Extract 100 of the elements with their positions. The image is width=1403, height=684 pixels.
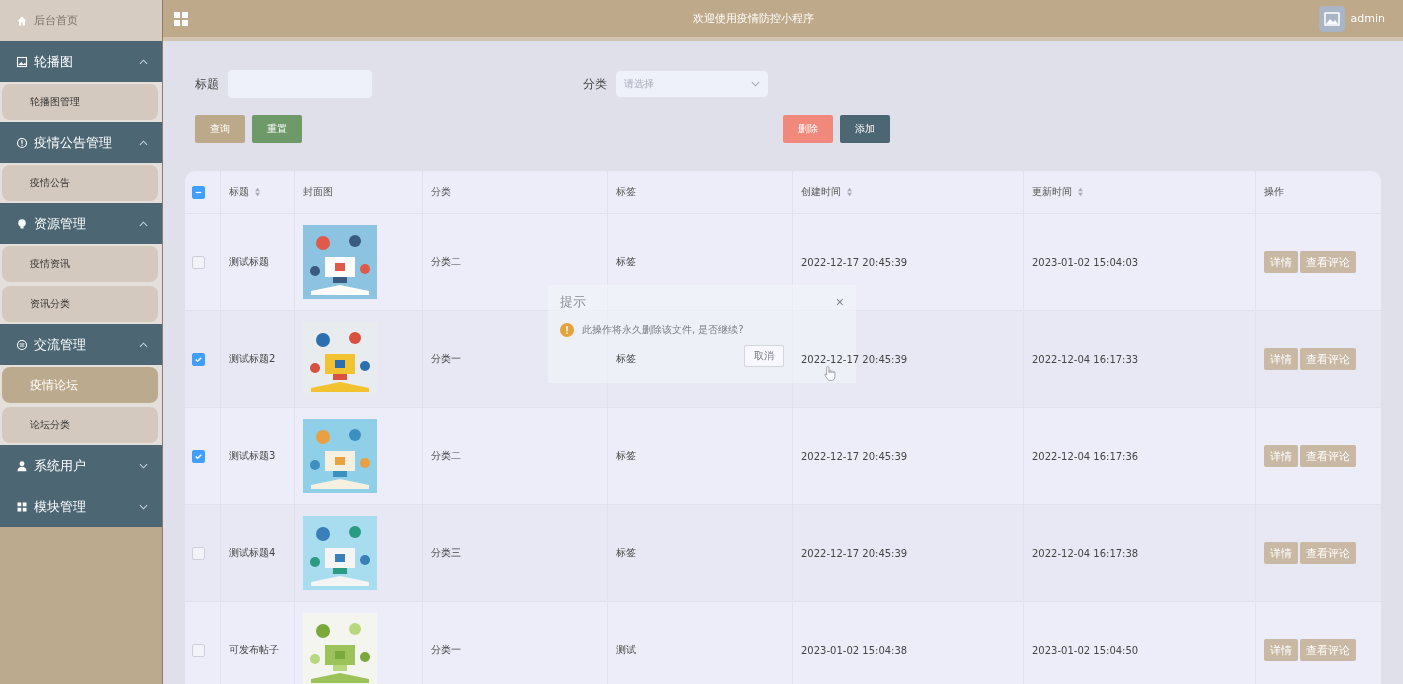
- user-icon: [16, 459, 28, 472]
- sort-icon[interactable]: [254, 187, 261, 197]
- sort-icon[interactable]: [1077, 187, 1084, 197]
- category-select[interactable]: 请选择: [615, 70, 769, 98]
- column-header[interactable]: 更新时间: [1032, 185, 1084, 199]
- table-cell: 分类一: [431, 352, 461, 366]
- chat-icon: [16, 338, 28, 351]
- chevron-icon: [139, 341, 148, 348]
- detail-button[interactable]: 详情: [1264, 639, 1298, 661]
- row-checkbox[interactable]: [192, 643, 205, 657]
- row-checkbox[interactable]: [192, 352, 205, 366]
- menu-item[interactable]: 疫情资讯: [2, 246, 158, 282]
- table-cell: 2023-01-02 15:04:03: [1032, 256, 1139, 268]
- detail-button[interactable]: 详情: [1264, 251, 1298, 273]
- comments-button[interactable]: 查看评论: [1300, 445, 1356, 467]
- user-name: admin: [1350, 12, 1385, 25]
- field-label: 标题: [195, 75, 219, 93]
- table-cell: 2022-12-17 20:45:39: [801, 256, 908, 268]
- select-all-checkbox[interactable]: [192, 185, 205, 199]
- chevron-icon: [139, 139, 148, 146]
- delete-button[interactable]: 删除: [783, 115, 833, 143]
- warning-icon: [560, 323, 574, 337]
- menu-group[interactable]: 资源管理: [0, 203, 162, 244]
- comments-button[interactable]: 查看评论: [1300, 639, 1356, 661]
- menu-item[interactable]: 轮播图管理: [2, 84, 158, 120]
- row-checkbox[interactable]: [192, 255, 205, 269]
- menu-item[interactable]: 论坛分类: [2, 407, 158, 443]
- cancel-button[interactable]: 取消: [744, 345, 784, 367]
- chevron-icon: [139, 462, 148, 469]
- table-cell: 可发布帖子: [229, 643, 279, 657]
- caret-icon: [751, 81, 760, 87]
- table-cell: 2022-12-04 16:17:33: [1032, 353, 1139, 365]
- menu-group-label: 轮播图: [34, 52, 74, 71]
- column-header[interactable]: 创建时间: [801, 185, 853, 199]
- table-cell: 标签: [616, 546, 636, 560]
- table-cell: 测试标题2: [229, 352, 276, 366]
- field-label: 分类: [583, 75, 607, 93]
- column-header: 封面图: [303, 185, 333, 199]
- home-link[interactable]: 后台首页: [0, 0, 162, 41]
- detail-button[interactable]: 详情: [1264, 445, 1298, 467]
- search-button[interactable]: 查询: [195, 115, 245, 143]
- table-cell: 测试标题: [229, 255, 269, 269]
- grid-icon: [16, 500, 28, 513]
- table-cell: 标签: [616, 449, 636, 463]
- table-cell: 分类二: [431, 449, 461, 463]
- menu-group[interactable]: 疫情公告管理: [0, 122, 162, 163]
- reset-button[interactable]: 重置: [252, 115, 302, 143]
- detail-button[interactable]: 详情: [1264, 542, 1298, 564]
- table-cell: 分类二: [431, 255, 461, 269]
- app-title: 欢迎使用疫情防控小程序: [692, 11, 816, 26]
- bulb-icon: [16, 217, 28, 230]
- menu-group-label: 疫情公告管理: [34, 133, 113, 152]
- detail-button[interactable]: 详情: [1264, 348, 1298, 370]
- column-header: 分类: [431, 185, 451, 199]
- menu-group-label: 交流管理: [34, 335, 87, 354]
- image-icon: [16, 55, 28, 68]
- hand-cursor-icon: [824, 365, 837, 382]
- home-icon: [16, 14, 28, 27]
- table-cell: 2022-12-17 20:45:39: [801, 353, 908, 365]
- row-checkbox[interactable]: [192, 449, 205, 463]
- avatar-icon[interactable]: [1318, 5, 1345, 32]
- menu-item[interactable]: 疫情公告: [2, 165, 158, 201]
- menu-group[interactable]: 轮播图: [0, 41, 162, 82]
- table-cell: 2022-12-04 16:17:36: [1032, 450, 1139, 462]
- comments-button[interactable]: 查看评论: [1300, 542, 1356, 564]
- table-cell: 分类三: [431, 546, 461, 560]
- menu-icon[interactable]: [173, 10, 189, 27]
- row-checkbox[interactable]: [192, 546, 205, 560]
- table-cell: 2022-12-17 20:45:39: [801, 547, 908, 559]
- comments-button[interactable]: 查看评论: [1300, 348, 1356, 370]
- menu-item[interactable]: 疫情论坛: [2, 367, 158, 403]
- menu-item[interactable]: 资讯分类: [2, 286, 158, 322]
- table-cell: 2022-12-17 20:45:39: [801, 450, 908, 462]
- menu-group-label: 资源管理: [34, 214, 87, 233]
- menu-group-label: 模块管理: [34, 497, 87, 516]
- dialog-title: 提示: [560, 293, 586, 311]
- close-button[interactable]: ×: [835, 294, 844, 310]
- table-cell: 测试标题4: [229, 546, 276, 560]
- sort-icon[interactable]: [846, 187, 853, 197]
- comments-button[interactable]: 查看评论: [1300, 251, 1356, 273]
- column-header: 标签: [616, 185, 636, 199]
- table-cell: 标签: [616, 352, 636, 366]
- add-button[interactable]: 添加: [840, 115, 890, 143]
- column-header: 操作: [1264, 185, 1284, 199]
- table-cell: 标签: [616, 255, 636, 269]
- table-cell: 测试: [616, 643, 636, 657]
- chevron-icon: [139, 58, 148, 65]
- table-cell: 2023-01-02 15:04:38: [801, 644, 908, 656]
- menu-group[interactable]: 交流管理: [0, 324, 162, 365]
- menu-group-label: 系统用户: [34, 456, 87, 475]
- alert-icon: [16, 136, 28, 149]
- table-cell: 2023-01-02 15:04:50: [1032, 644, 1139, 656]
- chevron-icon: [139, 220, 148, 227]
- table-cell: 测试标题3: [229, 449, 276, 463]
- column-header[interactable]: 标题: [229, 185, 261, 199]
- chevron-icon: [139, 503, 148, 510]
- dialog-message: 此操作将永久删除该文件, 是否继续?: [582, 323, 744, 337]
- menu-group[interactable]: 模块管理: [0, 486, 162, 527]
- menu-group[interactable]: 系统用户: [0, 445, 162, 486]
- table-cell: 分类一: [431, 643, 461, 657]
